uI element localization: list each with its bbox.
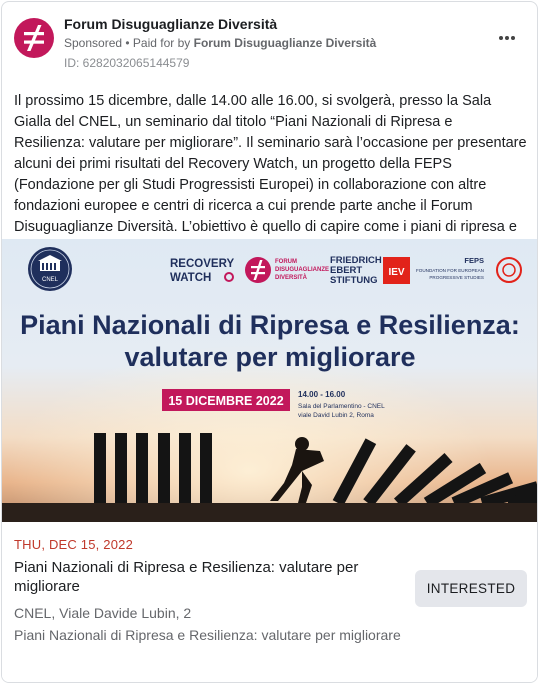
fes-line3: STIFTUNG <box>330 275 378 286</box>
more-horizontal-icon <box>499 36 503 40</box>
recovery-word: RECOVERY <box>170 258 234 270</box>
forum-line3: DIVERSITÀ <box>275 274 308 281</box>
event-footer: THU, DEC 15, 2022 Piani Nazionali di Rip… <box>2 522 537 682</box>
event-title-link[interactable]: Piani Nazionali di Ripresa e Resilienza:… <box>14 558 404 596</box>
banner-title-line2: valutare per migliorare <box>124 342 415 372</box>
banner-address: viale David Lubin 2, Roma <box>298 412 374 419</box>
feps-sub1: FOUNDATION FOR EUROPEAN <box>416 268 484 273</box>
sponsored-line: Sponsored • Paid for by Forum Disuguagli… <box>64 36 376 50</box>
event-banner-image[interactable]: CNEL RECOVERY WATCH FORUM DISUGUAGLIANZE… <box>2 239 537 522</box>
post-body: Il prossimo 15 dicembre, dalle 14.00 all… <box>14 93 527 256</box>
page-avatar[interactable] <box>14 18 54 58</box>
feps-sub2: PROGRESSIVE STUDIES <box>429 275 484 280</box>
more-options-button[interactable] <box>493 24 521 52</box>
post-header: Forum Disuguaglianze Diversità Sponsored… <box>14 14 525 74</box>
event-date: THU, DEC 15, 2022 <box>14 537 134 552</box>
paid-for-name[interactable]: Forum Disuguaglianze Diversità <box>194 36 377 50</box>
cnel-logo: CNEL <box>28 247 72 291</box>
banner-date-badge: 15 DICEMBRE 2022 <box>168 394 283 408</box>
banner-time: 14.00 - 16.00 <box>298 390 346 399</box>
banner-venue: Sala del Parlamentino - CNEL <box>298 403 385 410</box>
forum-line1: FORUM <box>275 259 297 265</box>
interested-button[interactable]: INTERESTED <box>415 570 527 607</box>
feps-label: FEPS <box>464 256 484 265</box>
event-location: CNEL, Viale Davide Lubin, 2 <box>14 605 192 621</box>
ad-id: ID: 6282032065144579 <box>64 56 190 70</box>
iev-logo: IEV <box>383 257 410 284</box>
not-equal-icon <box>24 25 44 51</box>
watch-word: WATCH <box>170 272 211 284</box>
sponsored-label: Sponsored <box>64 36 123 50</box>
ad-card: Forum Disuguaglianze Diversità Sponsored… <box>1 1 538 683</box>
banner-title-line1: Piani Nazionali di Ripresa e Resilienza: <box>20 310 520 340</box>
forum-line2: DISUGUAGLIANZE <box>275 267 329 273</box>
iev-label: IEV <box>388 267 404 278</box>
event-description: Piani Nazionali di Ripresa e Resilienza:… <box>14 627 401 643</box>
cnel-label: CNEL <box>42 277 59 283</box>
page-name-link[interactable]: Forum Disuguaglianze Diversità <box>64 16 277 32</box>
paid-for-prefix: • Paid for by <box>122 36 194 50</box>
